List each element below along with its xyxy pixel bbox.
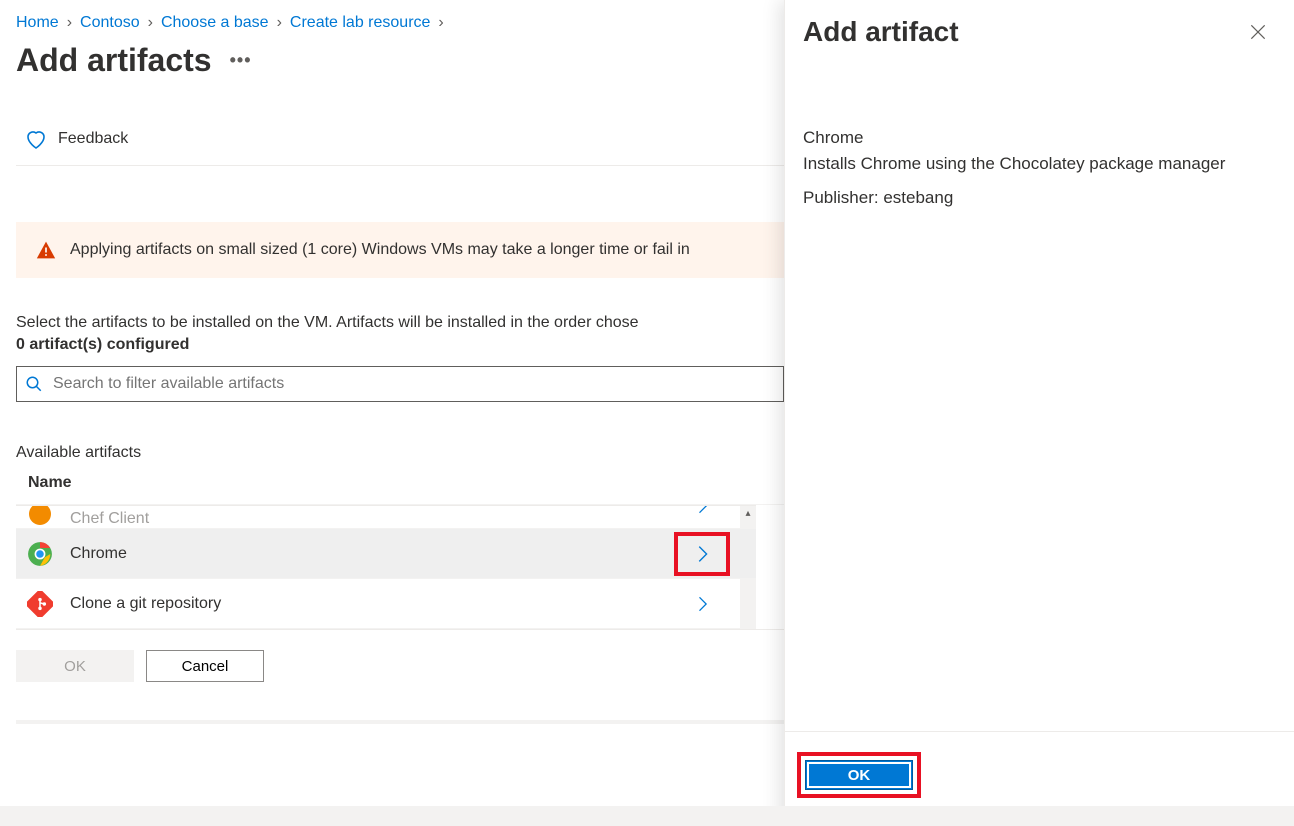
name-column-header[interactable]: Name [16, 462, 800, 505]
artifact-row[interactable]: Chef Client [16, 505, 756, 529]
breadcrumb-create-lab[interactable]: Create lab resource [290, 14, 431, 32]
close-icon[interactable] [1248, 22, 1268, 42]
panel-title: Add artifact [803, 16, 959, 48]
search-icon [25, 375, 43, 393]
more-menu-icon[interactable]: ••• [230, 50, 252, 71]
artifact-name: Clone a git repository [70, 595, 674, 613]
warning-icon [36, 240, 56, 260]
artifact-list: ▴ Chef Client [16, 505, 756, 629]
footer-bar: OK Cancel [16, 629, 800, 702]
available-artifacts-label: Available artifacts [16, 444, 800, 462]
cancel-button[interactable]: Cancel [146, 650, 264, 682]
add-artifact-panel: Add artifact Chrome Installs Chrome usin… [784, 0, 1294, 826]
chrome-icon [26, 540, 54, 568]
chevron-right-icon: › [438, 14, 443, 32]
highlighted-action [674, 532, 730, 576]
artifact-detail-description: Installs Chrome using the Chocolatey pac… [803, 154, 1276, 174]
breadcrumb-contoso[interactable]: Contoso [80, 14, 140, 32]
chevron-right-icon: › [148, 14, 153, 32]
panel-ok-button[interactable]: OK [805, 760, 913, 790]
git-icon [26, 590, 54, 618]
heart-icon [24, 127, 48, 151]
artifact-name: Chef Client [70, 510, 674, 528]
chevron-right-icon[interactable] [691, 543, 713, 565]
highlighted-ok: OK [797, 752, 921, 798]
chevron-right-icon: › [277, 14, 282, 32]
instructions-text: Select the artifacts to be installed on … [16, 314, 800, 332]
artifact-name: Chrome [70, 545, 674, 563]
chevron-right-icon[interactable] [692, 505, 712, 516]
artifact-row-git[interactable]: Clone a git repository [16, 579, 756, 629]
chevron-right-icon: › [67, 14, 72, 32]
ok-button: OK [16, 650, 134, 682]
breadcrumb-home[interactable]: Home [16, 14, 59, 32]
artifact-detail-name: Chrome [803, 128, 1276, 148]
page-title: Add artifacts ••• [16, 42, 800, 79]
search-input[interactable] [16, 366, 784, 402]
artifact-row-chrome[interactable]: Chrome [16, 529, 756, 579]
chef-icon [26, 505, 54, 528]
breadcrumb-choose-base[interactable]: Choose a base [161, 14, 269, 32]
breadcrumb: Home › Contoso › Choose a base › Create … [16, 14, 800, 32]
search-field[interactable] [51, 374, 775, 394]
feedback-button[interactable]: Feedback [16, 119, 800, 166]
chevron-right-icon[interactable] [692, 594, 712, 614]
configured-count: 0 artifact(s) configured [16, 336, 800, 354]
warning-banner: Applying artifacts on small sized (1 cor… [16, 222, 800, 278]
artifact-detail-publisher: Publisher: estebang [803, 188, 1276, 208]
